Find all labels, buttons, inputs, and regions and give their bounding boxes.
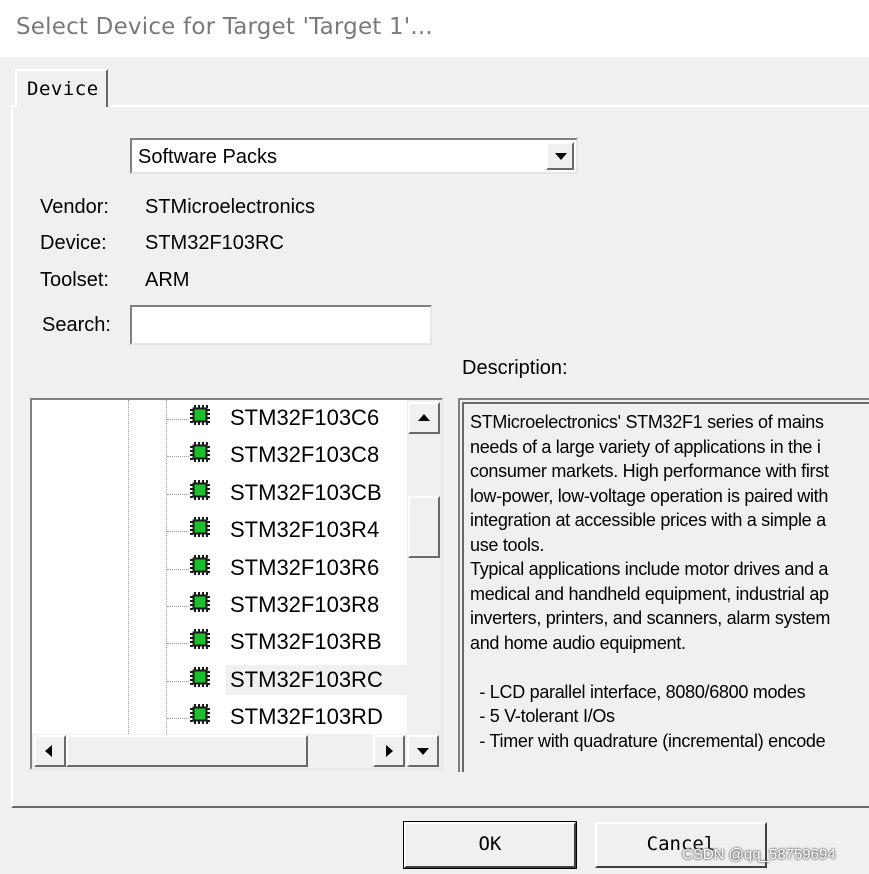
device-tree-item-label: STM32F103C8	[230, 442, 380, 468]
device-tree-item-label: STM32F103R8	[230, 592, 380, 617]
device-tree-item[interactable]: STM32F103RC	[32, 662, 412, 699]
toolset-value: ARM	[145, 269, 190, 291]
tab-device-label: Device	[27, 78, 99, 100]
vertical-scroll-thumb[interactable]	[408, 496, 440, 558]
device-tree-item-label: STM32F103RD	[230, 704, 383, 730]
device-tree-item-label: STM32F103CB	[230, 479, 382, 505]
device-tree-item[interactable]: STM32F103RB	[32, 624, 408, 661]
tree-branch-line	[167, 419, 189, 420]
arrow-down-icon	[417, 748, 429, 755]
tree-branch-line	[167, 531, 189, 533]
select-dropdown-button[interactable]	[546, 142, 574, 170]
arrow-right-icon	[386, 745, 393, 757]
description-box: STMicroelectronics' STM32F1 series of ma…	[458, 398, 869, 772]
scroll-right-button[interactable]	[373, 735, 405, 767]
chip-icon	[190, 629, 210, 650]
tab-join	[17, 104, 106, 108]
chip-icon	[190, 442, 210, 463]
tab-device[interactable]: Device	[15, 69, 108, 107]
device-tree-item[interactable]: STM32F103RD	[32, 699, 408, 736]
device-tree-item-label: STM32F103R4	[230, 517, 380, 543]
tree-branch-line	[167, 493, 189, 495]
software-packs-select[interactable]: Software Packs	[130, 138, 578, 174]
window-title: Select Device for Target 'Target 1'...	[16, 14, 433, 40]
watermark: CSDN @qq_58759694	[682, 846, 836, 863]
search-label: Search:	[42, 314, 111, 336]
scroll-up-button[interactable]	[408, 402, 440, 434]
description-text: STMicroelectronics' STM32F1 series of ma…	[462, 402, 869, 772]
vendor-value: STMicroelectronics	[145, 196, 316, 218]
device-tree-item[interactable]: STM32F103R4	[32, 512, 408, 549]
tree-branch-line	[167, 718, 189, 720]
device-tree-item[interactable]: STM32F103C6	[32, 400, 408, 437]
device-label: Device:	[40, 232, 107, 254]
chip-icon	[190, 704, 210, 725]
vertical-scrollbar[interactable]	[407, 400, 441, 734]
device-tree-item-label: STM32F103R6	[230, 554, 380, 580]
device-tree-item-label: STM32F103C6	[230, 405, 380, 430]
device-tree-item-label: STM32F103RC	[226, 664, 412, 695]
chip-icon	[190, 592, 210, 612]
search-field[interactable]	[130, 305, 432, 345]
vendor-label: Vendor:	[40, 196, 109, 218]
chevron-down-icon	[555, 153, 567, 160]
device-tree-item[interactable]: STM32F103CB	[32, 475, 408, 512]
search-input[interactable]	[132, 307, 430, 343]
chip-icon	[190, 405, 210, 425]
device-value: STM32F103RC	[145, 232, 284, 254]
device-tree-item[interactable]: STM32F103R8	[32, 587, 408, 624]
arrow-left-icon	[45, 745, 52, 757]
description-label: Description:	[462, 357, 568, 379]
chip-icon	[190, 479, 210, 500]
horizontal-scrollbar[interactable]	[32, 734, 441, 768]
select-value: Software Packs	[138, 146, 277, 168]
chip-icon	[190, 666, 210, 687]
tree-branch-line	[167, 680, 189, 682]
chip-icon	[190, 517, 210, 538]
tree-branch-line	[167, 643, 189, 645]
ok-button[interactable]: OK	[403, 821, 577, 869]
scroll-left-button[interactable]	[34, 735, 66, 767]
device-tree-item-label: STM32F103RB	[230, 629, 382, 655]
scroll-down-button[interactable]	[407, 735, 439, 767]
title-bar: Select Device for Target 'Target 1'...	[0, 0, 869, 57]
tree-branch-line	[167, 568, 189, 570]
chip-icon	[190, 554, 210, 575]
tree-branch-line	[167, 606, 189, 607]
device-tree-item[interactable]: STM32F103R6	[32, 550, 408, 587]
horizontal-scroll-thumb[interactable]	[66, 735, 308, 767]
device-tree-item[interactable]: STM32F103C8	[32, 437, 408, 474]
toolset-label: Toolset:	[40, 269, 109, 291]
tree-branch-line	[167, 456, 189, 458]
device-tree[interactable]: STM32F103C6 STM32F103C8 STM32F103CB STM32F1…	[30, 398, 443, 770]
arrow-up-icon	[418, 414, 430, 421]
